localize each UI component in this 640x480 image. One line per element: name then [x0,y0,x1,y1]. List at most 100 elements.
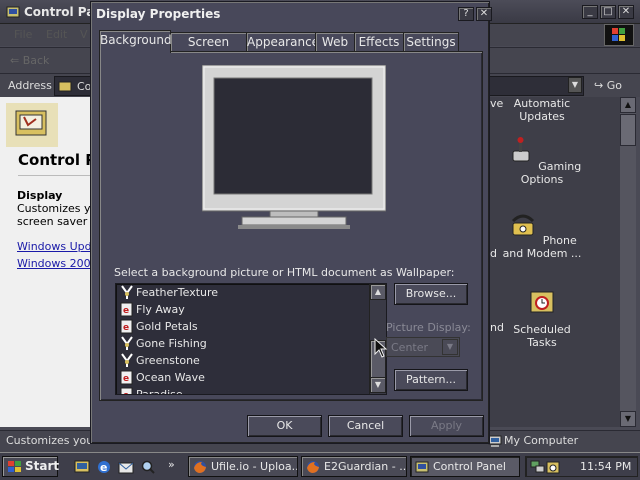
bitmap-wallpaper-icon [121,353,133,367]
dialog-tabs: Background Screen Saver Appearance Web E… [99,30,483,67]
html-wallpaper-icon: e [120,370,133,385]
apply-button[interactable]: Apply [409,415,484,437]
list-item[interactable]: Gone Fishing [120,335,370,352]
taskbar-item-control-panel[interactable]: Control Panel [410,456,520,477]
taskbar-clock[interactable]: 11:54 PM [580,460,631,473]
back-label: Back [22,54,50,67]
gaming-options-item[interactable]: Gaming Options [502,135,582,186]
status-zone: My Computer [504,434,579,447]
wallpaper-name: Ocean Wave [136,371,205,384]
quick-launch-more-button[interactable]: » [168,458,175,471]
control-panel-large-icon [6,103,58,147]
start-label: Start [25,459,60,473]
display-properties-dialog: Display Properties ? ✕ Background Screen… [90,1,492,444]
back-button[interactable]: ⇐ Back [10,54,49,67]
tab-settings[interactable]: Settings [403,32,459,52]
minimize-button[interactable]: _ [582,5,598,19]
taskbar-item-label: Control Panel [433,460,506,473]
selected-item-title: Display [17,189,63,202]
scroll-down-button[interactable]: ▼ [370,377,386,393]
taskbar: Start e » Ufile.io - Uploa... E2Guardian… [0,452,640,480]
chevron-down-icon: ▼ [442,339,458,355]
start-button[interactable]: Start [2,456,60,477]
list-item[interactable]: e Fly Away [120,301,370,318]
list-item[interactable]: e Ocean Wave [120,369,370,386]
list-item[interactable]: FeatherTexture [120,284,370,301]
tab-screen-saver[interactable]: Screen Saver [170,32,247,67]
windows-flag-icon [612,28,625,41]
phone-modem-icon [512,214,535,236]
system-tray: 11:54 PM [525,456,638,477]
html-wallpaper-icon: e [120,302,133,317]
list-item[interactable]: Greenstone [120,352,370,369]
tab-web[interactable]: Web [315,32,355,52]
maximize-button[interactable]: □ [600,5,616,19]
dialog-title: Display Properties [96,7,221,21]
scroll-down-button[interactable]: ▼ [620,411,636,427]
background-tab-panel: Select a background picture or HTML docu… [99,51,483,401]
scheduled-tasks-label: Scheduled Tasks [513,323,571,349]
picture-display-label: Picture Display: [386,321,471,334]
wallpaper-list[interactable]: FeatherTexture e Fly Away e Gold Petals … [115,283,387,395]
svg-text:e: e [123,374,129,384]
scroll-up-button[interactable]: ▲ [620,97,636,113]
browse-button[interactable]: Browse... [394,283,468,305]
svg-text:e: e [123,323,129,333]
folder-icon [58,81,72,92]
list-item[interactable]: e Gold Petals [120,318,370,335]
address-dropdown-button[interactable]: ▼ [568,77,582,93]
firefox-icon [307,461,319,473]
dialog-close-button[interactable]: ✕ [476,7,492,21]
scheduled-tasks-tray-icon[interactable] [546,460,560,474]
go-button[interactable]: ↪ Go [594,79,622,92]
search-icon[interactable] [140,459,156,475]
svg-text:e: e [123,306,129,316]
internet-explorer-icon[interactable]: e [96,459,112,475]
taskbar-item-e2guardian[interactable]: E2Guardian - ... [301,456,407,477]
menu-view[interactable]: V [80,28,88,41]
control-panel-icon [6,6,20,18]
svg-text:e: e [123,391,129,395]
tab-background[interactable]: Background [99,30,172,53]
control-panel-scrollbar[interactable]: ▲ ▼ [620,97,636,427]
pattern-button[interactable]: Pattern... [394,369,468,391]
control-panel-icon [415,461,429,473]
menu-file[interactable]: File [14,28,32,41]
back-arrow-icon: ⇐ [10,54,23,67]
bitmap-wallpaper-icon [121,285,133,299]
gaming-options-icon [512,137,530,162]
cancel-button[interactable]: Cancel [328,415,403,437]
windows-update-link[interactable]: Windows Upda [17,240,98,253]
scheduled-tasks-item[interactable]: Scheduled Tasks [502,285,582,349]
scroll-up-button[interactable]: ▲ [370,284,386,300]
phone-modem-item[interactable]: Phone and Modem ... [502,209,582,260]
control-panel-heading: Control P [18,151,97,169]
windows-2000-support-link[interactable]: Windows 2000 [17,257,98,270]
my-computer-icon [488,435,502,447]
dialog-titlebar[interactable]: Display Properties ? ✕ [94,5,492,23]
show-desktop-icon[interactable] [74,459,90,475]
automatic-updates-item[interactable]: Automatic Updates [502,97,582,123]
menu-edit[interactable]: Edit [46,28,67,41]
html-wallpaper-icon: e [120,319,133,334]
control-panel-items: ve d nd Automatic Updates Gaming Options… [490,97,620,427]
picture-display-select[interactable]: Center ▼ [386,337,460,357]
taskbar-item-label: Ufile.io - Uploa... [211,460,298,473]
wallpaper-name: Gone Fishing [136,337,207,350]
help-button[interactable]: ? [458,7,474,21]
outlook-express-icon[interactable] [118,459,134,475]
close-button[interactable]: ✕ [618,5,634,19]
wallpaper-name: Greenstone [136,354,200,367]
network-icon[interactable] [530,460,546,474]
control-panel-info-pane: Control P Display Customizes yo screen s… [0,97,100,427]
automatic-updates-label: Automatic Updates [513,97,571,123]
tab-appearance[interactable]: Appearance [246,32,319,52]
tab-effects[interactable]: Effects [354,32,404,52]
scroll-thumb[interactable] [620,114,636,146]
taskbar-item-ufile[interactable]: Ufile.io - Uploa... [188,456,298,477]
ok-button[interactable]: OK [247,415,322,437]
monitor-preview [202,65,386,229]
taskbar-item-label: E2Guardian - ... [324,460,407,473]
list-item[interactable]: e Paradise [120,386,370,395]
go-label: Go [606,79,622,92]
